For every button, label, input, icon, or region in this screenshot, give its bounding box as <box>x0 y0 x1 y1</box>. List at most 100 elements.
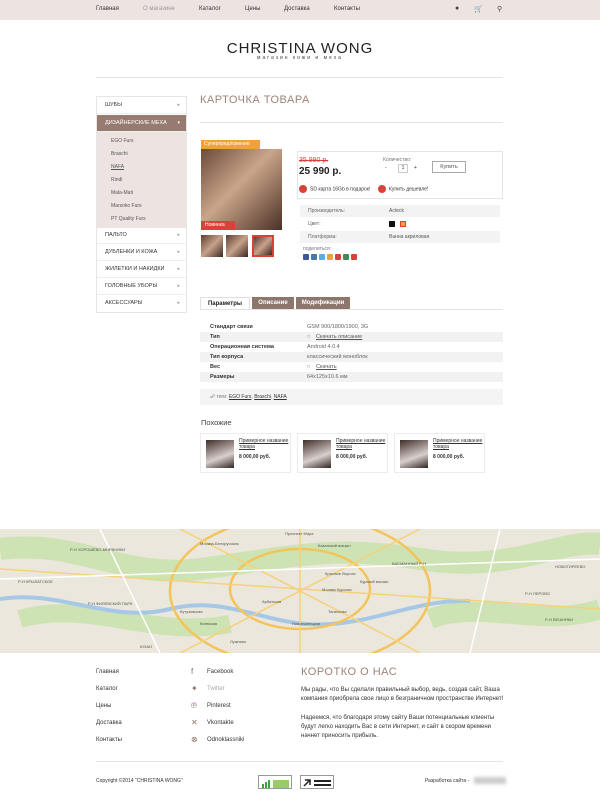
similar-product-image[interactable] <box>400 440 428 468</box>
similar-product-price: 8 000,00 руб. <box>433 454 465 460</box>
color-swatch-black[interactable] <box>389 221 395 227</box>
similar-product-image[interactable] <box>206 440 234 468</box>
color-swatch-orange[interactable] <box>400 221 406 227</box>
nav-delivery[interactable]: Доставка <box>284 6 310 12</box>
spec-row: Производитель: Acteck <box>300 205 500 217</box>
tab-parameters[interactable]: Параметры <box>200 297 250 309</box>
param-row: Стандарт связи GSM 900/1800/1900, 3G <box>210 324 369 330</box>
sidebar-item-hats[interactable]: ГОЛОВНЫЕ УБОРЫ ▸ <box>97 278 186 295</box>
similar-product-card[interactable]: Примерное название товара 8 000,00 руб. <box>200 433 291 473</box>
similar-title: Похожие <box>201 418 232 427</box>
twitter-icon[interactable]: ✦ <box>191 684 198 693</box>
similar-product-name[interactable]: Примерное название товара <box>336 438 387 450</box>
tab-modifications[interactable]: Модификации <box>296 297 350 309</box>
footer-link-home[interactable]: Главная <box>96 669 119 675</box>
quantity-increase[interactable]: + <box>414 165 417 171</box>
stats-counter-badge[interactable] <box>258 775 292 789</box>
sidebar-item-accessories[interactable]: АКСЕССУАРЫ ▸ <box>97 295 186 312</box>
submenu-item[interactable]: EGO Furs <box>111 138 134 144</box>
developer-link[interactable] <box>474 777 506 784</box>
nav-prices[interactable]: Цены <box>245 6 260 12</box>
quantity-input[interactable]: 1 <box>398 164 408 173</box>
super-offer-badge: Суперпредложение <box>201 140 260 149</box>
share-twitter-icon[interactable] <box>319 254 325 260</box>
submenu-item[interactable]: Braschi <box>111 151 128 157</box>
map-label: Лужники <box>230 639 246 644</box>
submenu-item[interactable]: Rindi <box>111 177 122 183</box>
sidebar-item-designer-fur[interactable]: ДИЗАЙНЕРСКИЕ МЕХА ▾ <box>97 115 186 132</box>
similar-product-image[interactable] <box>303 440 331 468</box>
page-title: КАРТОЧКА ТОВАРА <box>200 94 310 106</box>
cart-icon[interactable]: 🛒 <box>474 5 483 13</box>
sidebar-submenu: EGO Furs Braschi NAFA Rindi Mala-Mati Ma… <box>97 132 186 228</box>
quantity-decrease[interactable]: - <box>385 165 387 171</box>
footer-link-contacts[interactable]: Контакты <box>96 737 122 743</box>
arrow-counter-icon <box>303 779 331 787</box>
share-mail-icon[interactable] <box>343 254 349 260</box>
tag-link[interactable]: EGO Furs <box>229 394 252 400</box>
product-main-image[interactable] <box>201 149 282 230</box>
similar-product-card[interactable]: Примерное название товара 8 000,00 руб. <box>297 433 388 473</box>
submenu-item[interactable]: Marsoko Furs <box>111 203 142 209</box>
share-odnoklassniki-icon[interactable] <box>327 254 333 260</box>
pinterest-link[interactable]: Pinterest <box>207 703 231 709</box>
map-label: Новокузнецкая <box>292 621 320 626</box>
facebook-icon[interactable]: f <box>191 667 193 676</box>
submenu-item[interactable]: PT Quality Furs <box>111 216 146 222</box>
cheaper-promo[interactable]: Купить дешевле! <box>378 185 428 194</box>
nav-contacts[interactable]: Контакты <box>334 6 360 12</box>
pinterest-icon[interactable]: ℗ <box>191 701 197 710</box>
map-label: Москва Курская <box>322 587 352 592</box>
nav-home[interactable]: Главная <box>96 6 119 12</box>
search-icon[interactable]: ⚲ <box>497 5 502 13</box>
submenu-item[interactable]: Mala-Mati <box>111 190 133 196</box>
map-label: БАСМАННЫЙ Р-Н <box>392 561 427 566</box>
tags-label: теги: <box>216 394 228 400</box>
current-price: 25 990 р. <box>299 166 342 177</box>
product-thumbnail[interactable] <box>226 235 248 257</box>
vkontakte-icon[interactable]: ✕ <box>191 718 198 727</box>
twitter-link[interactable]: Twitter <box>207 686 225 692</box>
odnoklassniki-icon[interactable]: ⊗ <box>191 735 198 744</box>
tag-link[interactable]: NAFA <box>274 394 287 400</box>
facebook-link[interactable]: Facebook <box>207 669 233 675</box>
tab-description[interactable]: Описание <box>252 297 294 309</box>
map-label: Москва-Белорусская <box>200 541 239 546</box>
footer-link-prices[interactable]: Цены <box>96 703 111 709</box>
sidebar-item-vests[interactable]: ЖИЛЕТКИ И НАКИДКИ ▸ <box>97 261 186 278</box>
share-google-icon[interactable] <box>335 254 341 260</box>
gift-icon <box>299 185 307 193</box>
similar-product-card[interactable]: Примерное название товара 8 000,00 руб. <box>394 433 485 473</box>
sidebar-item-coats-fur[interactable]: ШУБЫ ▸ <box>97 97 186 114</box>
download-description-link[interactable]: Скачать описание <box>316 332 362 342</box>
gift-promo[interactable]: SD карта 16Gb в подарок! <box>299 185 370 194</box>
share-vk-icon[interactable] <box>303 254 309 260</box>
quantity-label: Количество: <box>383 157 412 163</box>
location-map[interactable]: Москва-Белорусская Проспект Мира Казанск… <box>0 529 600 653</box>
product-thumbnail[interactable] <box>201 235 223 257</box>
submenu-item[interactable]: NAFA <box>111 164 124 170</box>
top-navigation-bar: Главная О магазине Каталог Цены Доставка… <box>0 0 600 20</box>
user-icon[interactable]: ● <box>455 5 459 12</box>
sidebar-item-sheepskin[interactable]: ДУБЛЕНКИ И КОЖА ▸ <box>97 244 186 261</box>
buy-button[interactable]: Купить <box>432 161 466 173</box>
sidebar-item-coats[interactable]: ПАЛЬТО ▸ <box>97 227 186 244</box>
share-more-icon[interactable] <box>351 254 357 260</box>
footer-link-catalog[interactable]: Каталог <box>96 686 118 692</box>
footer-link-delivery[interactable]: Доставка <box>96 720 122 726</box>
nav-catalog[interactable]: Каталог <box>199 6 221 12</box>
map-label: Р-Н КРЫЛАТСКОЕ <box>18 579 53 584</box>
odnoklassniki-link[interactable]: Odnoklassniki <box>207 737 244 743</box>
download-link[interactable]: Скачать <box>316 362 337 372</box>
nav-about[interactable]: О магазине <box>143 6 175 12</box>
similar-product-name[interactable]: Примерное название товара <box>433 438 484 450</box>
rating-counter-badge[interactable] <box>300 775 334 789</box>
vkontakte-link[interactable]: Vkontakte <box>207 720 234 726</box>
map-label: Киевская <box>200 621 218 626</box>
map-label: ЮЗАО <box>140 644 153 649</box>
share-facebook-icon[interactable] <box>311 254 317 260</box>
map-label: НОВОГИРЕЕВО <box>555 564 586 569</box>
similar-product-name[interactable]: Примерное название товара <box>239 438 290 450</box>
product-thumbnail-selected[interactable] <box>252 235 274 257</box>
tag-link[interactable]: Braschi <box>254 394 271 400</box>
